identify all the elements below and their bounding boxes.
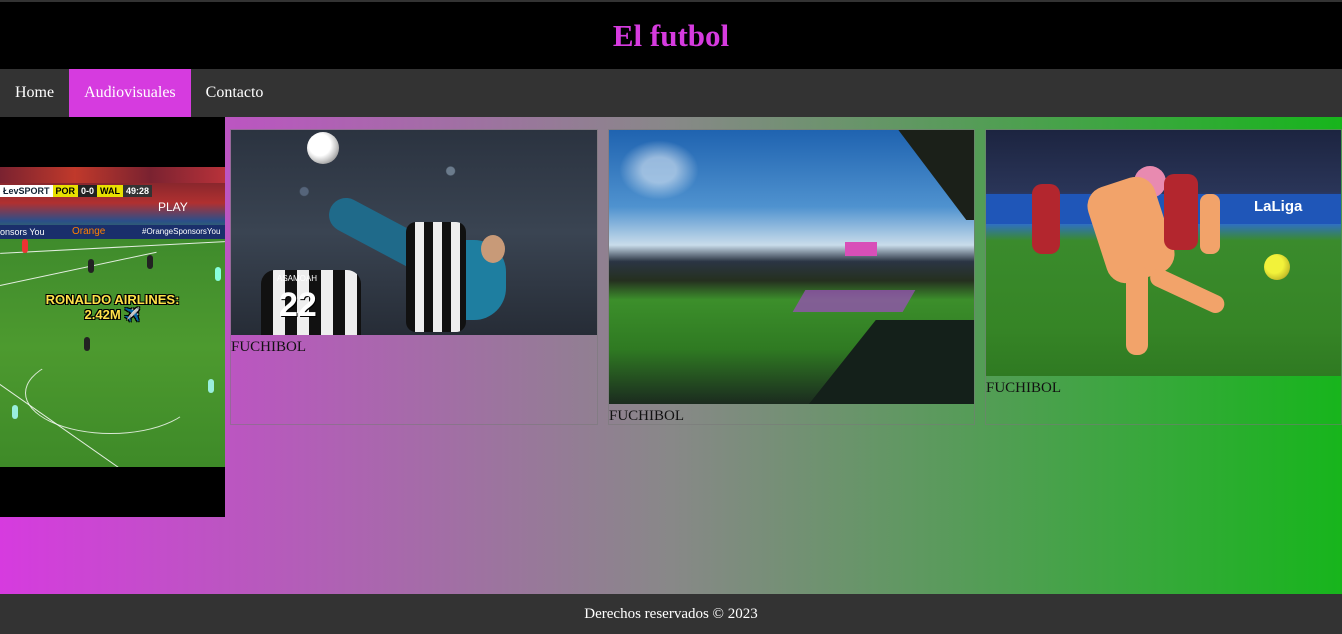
- play-label: PLAY: [158, 200, 188, 214]
- footer-text: Derechos reservados © 2023: [584, 605, 758, 622]
- striped-jersey: [406, 222, 466, 332]
- scoreboard: ŁevSPORT POR 0-0 WAL 49:28: [0, 185, 153, 197]
- ball-icon: [307, 132, 339, 164]
- player-figure: [12, 405, 18, 419]
- scoreboard-clock: 49:28: [123, 185, 153, 197]
- main-nav: Home Audiovisuales Contacto: [0, 69, 1342, 117]
- page: El futbol Home Audiovisuales Contacto Łe…: [0, 0, 1342, 634]
- ball-icon: [1264, 254, 1290, 280]
- crowd-area: [0, 167, 225, 183]
- page-title: El futbol: [612, 17, 730, 53]
- player-figure: [215, 267, 221, 281]
- scoreboard-home: POR: [52, 185, 79, 197]
- pitch-graphic: [792, 290, 916, 312]
- scoreboard-away: WAL: [97, 185, 124, 197]
- caption-line-1: RONALDO AIRLINES:: [45, 292, 180, 307]
- player-leg: [1126, 265, 1148, 355]
- gallery-card-2[interactable]: FUCHIBOL: [608, 129, 975, 425]
- video-frame[interactable]: ŁevSPORT POR 0-0 WAL 49:28 PLAY onsors Y…: [0, 167, 225, 467]
- nav-home-link[interactable]: Home: [0, 69, 69, 117]
- pitch-line: [0, 241, 225, 254]
- pitch-arc: [25, 352, 197, 434]
- player-leg: [1147, 265, 1228, 316]
- player-figure: [84, 337, 90, 351]
- gallery: 22 ASAMOAH FUCHIBOL FUCHIBOL LaLiga FUCH…: [225, 117, 1342, 594]
- pitch-line: [0, 251, 157, 286]
- scoreboard-score: 0-0: [78, 185, 98, 197]
- nav-audiovisuales-link[interactable]: Audiovisuales: [69, 69, 191, 117]
- video-caption: RONALDO AIRLINES: 2.42M ✈️: [0, 292, 225, 322]
- crowd-silhouette: [809, 320, 974, 404]
- cloud: [619, 140, 699, 200]
- main-content: ŁevSPORT POR 0-0 WAL 49:28 PLAY onsors Y…: [0, 117, 1342, 594]
- site-header: El futbol: [0, 0, 1342, 69]
- site-footer: Derechos reservados © 2023: [0, 594, 1342, 634]
- jersey-number: 22: [279, 286, 317, 324]
- scoreboard-channel: ŁevSPORT: [0, 185, 53, 197]
- ad-text-center: Orange: [72, 226, 106, 237]
- ad-text-left: onsors You: [0, 227, 45, 237]
- scoreboard-screen: [845, 242, 877, 256]
- video-player[interactable]: ŁevSPORT POR 0-0 WAL 49:28 PLAY onsors Y…: [0, 117, 225, 517]
- striker-shot-photo: LaLiga: [986, 130, 1341, 376]
- player-figure: [1164, 174, 1198, 250]
- player-figure: [88, 259, 94, 273]
- card-label: FUCHIBOL: [609, 408, 685, 424]
- gallery-card-1[interactable]: 22 ASAMOAH FUCHIBOL: [230, 129, 598, 425]
- card-label: FUCHIBOL: [231, 339, 307, 355]
- player-head: [481, 235, 505, 263]
- player-figure: [1032, 184, 1060, 254]
- ad-text-right: #OrangeSponsorsYou: [142, 227, 221, 236]
- overhead-kick-photo: 22 ASAMOAH: [231, 130, 597, 335]
- player-figure: [208, 379, 214, 393]
- laliga-board: LaLiga: [1254, 198, 1303, 215]
- player-figure: [22, 239, 28, 253]
- jersey-name: ASAMOAH: [277, 274, 318, 283]
- caption-line-2: 2.42M ✈️: [84, 307, 141, 322]
- player-figure: [147, 255, 153, 269]
- player-figure: [1200, 194, 1220, 254]
- stadium-roof: [898, 130, 974, 220]
- nav-contacto-link[interactable]: Contacto: [191, 69, 279, 117]
- stadium-photo: [609, 130, 974, 404]
- gallery-card-3[interactable]: LaLiga FUCHIBOL: [985, 129, 1342, 425]
- card-label: FUCHIBOL: [986, 380, 1062, 396]
